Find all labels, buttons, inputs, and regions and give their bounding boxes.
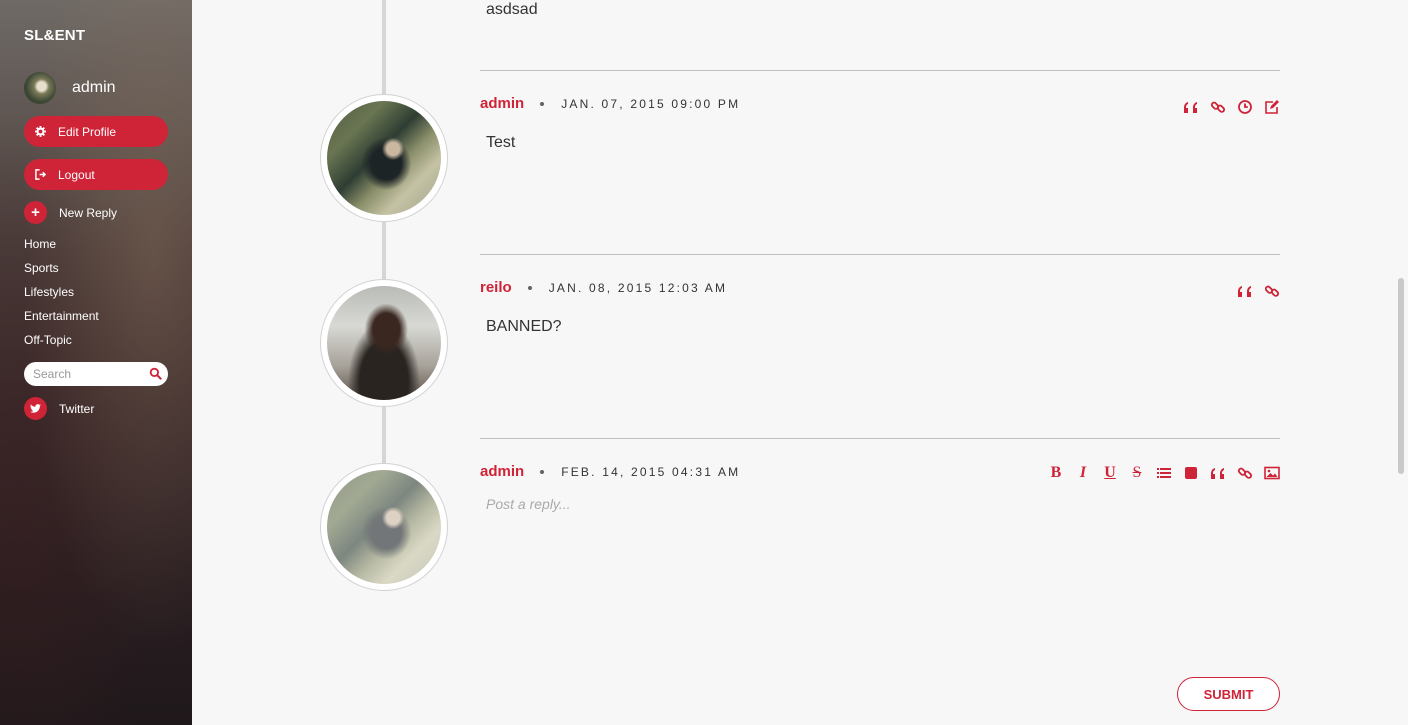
- sidebar-nav: Home Sports Lifestyles Entertainment Off…: [24, 236, 99, 356]
- gear-icon: [34, 126, 46, 138]
- edit-profile-label: Edit Profile: [58, 124, 117, 139]
- quote-icon[interactable]: [1237, 283, 1253, 299]
- italic-icon[interactable]: I: [1075, 464, 1091, 481]
- link-icon[interactable]: [1237, 465, 1253, 481]
- post-text: Test: [486, 134, 516, 151]
- new-reply-label: New Reply: [59, 205, 118, 220]
- search-icon[interactable]: [149, 367, 163, 381]
- sidebar: SL&ENT admin Edit Profile Logout + New R…: [0, 0, 192, 725]
- avatar[interactable]: [320, 94, 448, 222]
- user-profile[interactable]: admin: [24, 72, 116, 104]
- logout-icon: [34, 169, 46, 181]
- logout-button[interactable]: Logout: [24, 159, 168, 190]
- bold-icon[interactable]: B: [1048, 464, 1064, 481]
- post-author[interactable]: reilo: [480, 279, 512, 296]
- sidebar-item-entertainment[interactable]: Entertainment: [24, 308, 99, 332]
- underline-icon[interactable]: U: [1102, 464, 1118, 481]
- avatar-photo: [327, 101, 441, 215]
- avatar[interactable]: [320, 279, 448, 407]
- separator-dot: [527, 285, 532, 290]
- clock-icon[interactable]: [1237, 99, 1253, 115]
- link-icon[interactable]: [1264, 283, 1280, 299]
- image-icon[interactable]: [1264, 465, 1280, 481]
- avatar: [24, 72, 56, 104]
- post-meta: admin JAN. 07, 2015 09:00 PM: [480, 95, 740, 112]
- twitter-label: Twitter: [59, 401, 95, 416]
- scrollbar-thumb[interactable]: [1398, 278, 1404, 474]
- sidebar-item-lifestyles[interactable]: Lifestyles: [24, 284, 99, 308]
- reply-textarea[interactable]: [486, 496, 1266, 636]
- reply-meta: admin FEB. 14, 2015 04:31 AM: [480, 463, 740, 480]
- user-name: admin: [72, 79, 116, 96]
- reply-date: FEB. 14, 2015 04:31 AM: [561, 464, 741, 479]
- brand-logo[interactable]: SL&ENT: [24, 27, 85, 44]
- search-input[interactable]: [33, 367, 145, 381]
- sidebar-item-off-topic[interactable]: Off-Topic: [24, 332, 99, 356]
- post-divider: [480, 70, 1280, 71]
- post-actions: [1183, 99, 1280, 115]
- separator-dot: [540, 101, 545, 106]
- new-reply-button[interactable]: + New Reply: [24, 201, 117, 224]
- spoiler-icon[interactable]: [1183, 465, 1199, 481]
- twitter-link[interactable]: Twitter: [24, 397, 94, 420]
- separator-dot: [540, 469, 545, 474]
- post-author[interactable]: admin: [480, 95, 524, 112]
- twitter-icon: [24, 397, 47, 420]
- edit-profile-button[interactable]: Edit Profile: [24, 116, 168, 147]
- link-icon[interactable]: [1210, 99, 1226, 115]
- reply-author[interactable]: admin: [480, 463, 524, 480]
- post-text: asdsad: [486, 1, 538, 18]
- plus-icon: +: [24, 201, 47, 224]
- post-date: JAN. 07, 2015 09:00 PM: [561, 96, 741, 111]
- timeline-line: [382, 0, 386, 510]
- list-icon[interactable]: [1156, 465, 1172, 481]
- post-divider: [480, 438, 1280, 439]
- sidebar-item-home[interactable]: Home: [24, 236, 99, 260]
- post-text: BANNED?: [486, 318, 562, 335]
- post-meta: reilo JAN. 08, 2015 12:03 AM: [480, 279, 727, 296]
- sidebar-item-sports[interactable]: Sports: [24, 260, 99, 284]
- avatar[interactable]: [320, 463, 448, 591]
- search-box: [24, 362, 168, 386]
- strikethrough-icon[interactable]: S: [1129, 464, 1145, 481]
- quote-icon[interactable]: [1210, 465, 1226, 481]
- avatar-photo: [327, 286, 441, 400]
- logout-label: Logout: [58, 167, 95, 182]
- post-actions: [1237, 283, 1280, 299]
- avatar-photo: [327, 470, 441, 584]
- post-date: JAN. 08, 2015 12:03 AM: [548, 280, 728, 295]
- submit-button[interactable]: SUBMIT: [1177, 677, 1280, 711]
- reply-toolbar: B I U S: [1048, 464, 1280, 481]
- post-divider: [480, 254, 1280, 255]
- quote-icon[interactable]: [1183, 99, 1199, 115]
- edit-icon[interactable]: [1264, 99, 1280, 115]
